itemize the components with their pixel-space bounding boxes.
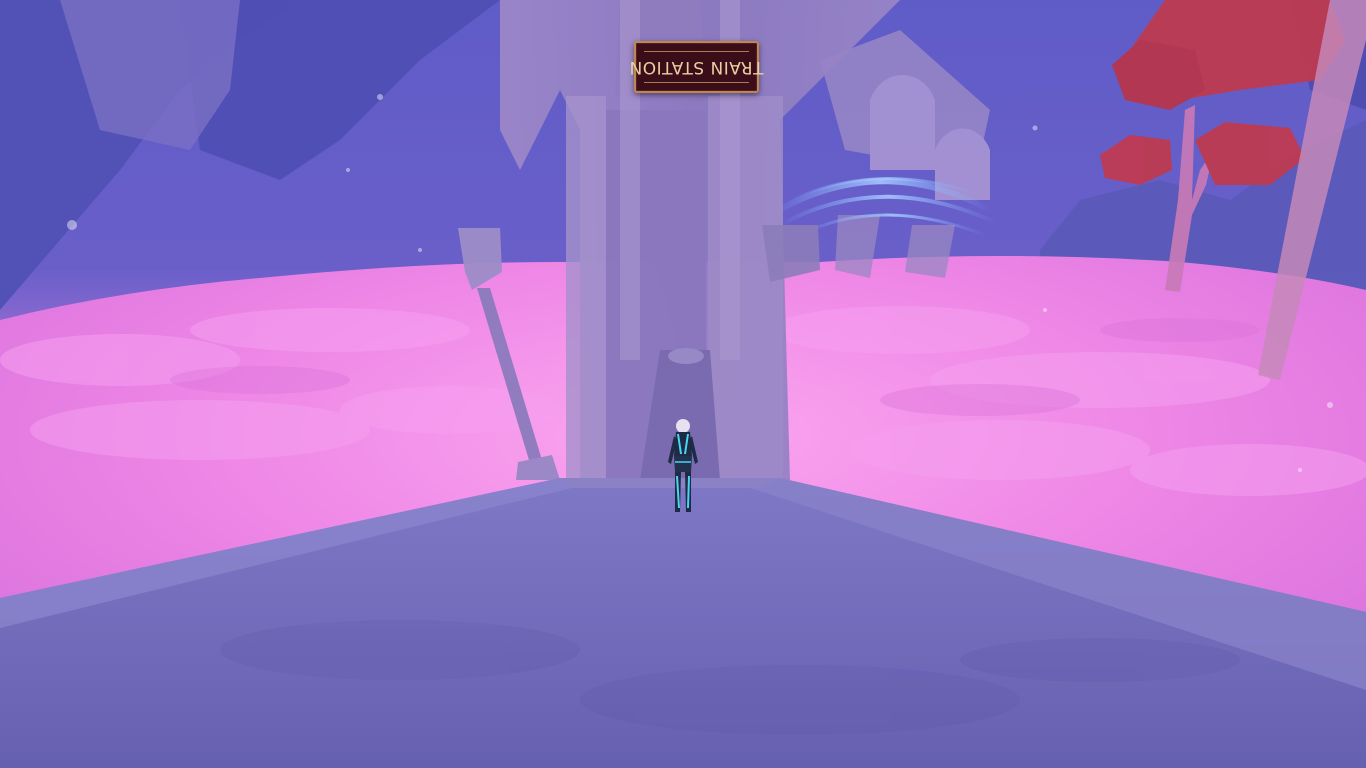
train-station-sign-label: TRAIN STATION <box>629 57 764 77</box>
train-station-sign: TRAIN STATION <box>629 41 764 93</box>
game-viewport[interactable]: TRAIN STATION <box>0 0 1366 768</box>
game-world <box>0 0 1366 768</box>
